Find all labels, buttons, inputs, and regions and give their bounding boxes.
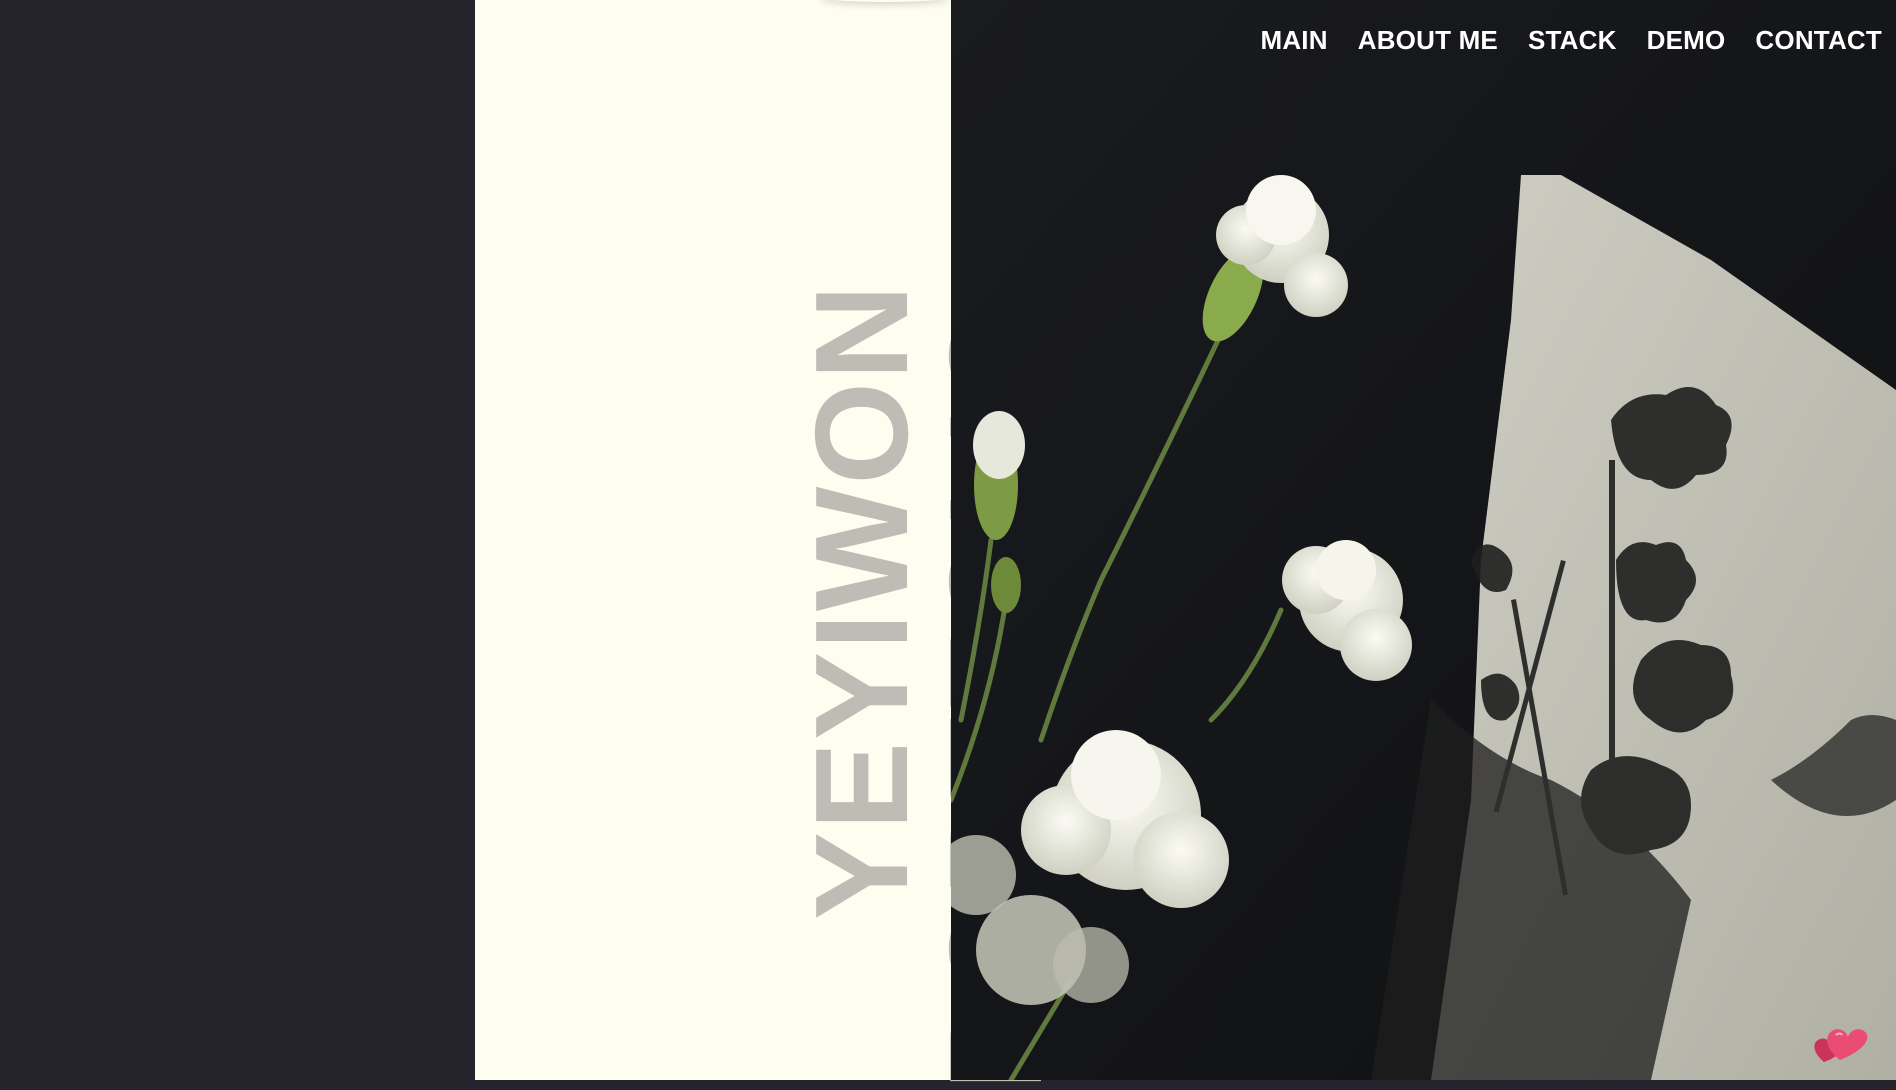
hero-photo-flowers <box>951 0 1896 1080</box>
nav-main[interactable]: MAIN <box>1260 25 1327 56</box>
top-navigation: MAIN ABOUT ME STACK DEMO CONTACT <box>1260 25 1882 56</box>
left-dark-panel <box>0 0 475 1080</box>
hero-title-line-1: YEYIWON <box>788 282 935 920</box>
nav-demo[interactable]: DEMO <box>1647 25 1726 56</box>
nav-about-me[interactable]: ABOUT ME <box>1358 25 1498 56</box>
nav-contact[interactable]: CONTACT <box>1755 25 1882 56</box>
nav-stack[interactable]: STACK <box>1528 25 1617 56</box>
heart-icon[interactable] <box>1810 1012 1874 1076</box>
